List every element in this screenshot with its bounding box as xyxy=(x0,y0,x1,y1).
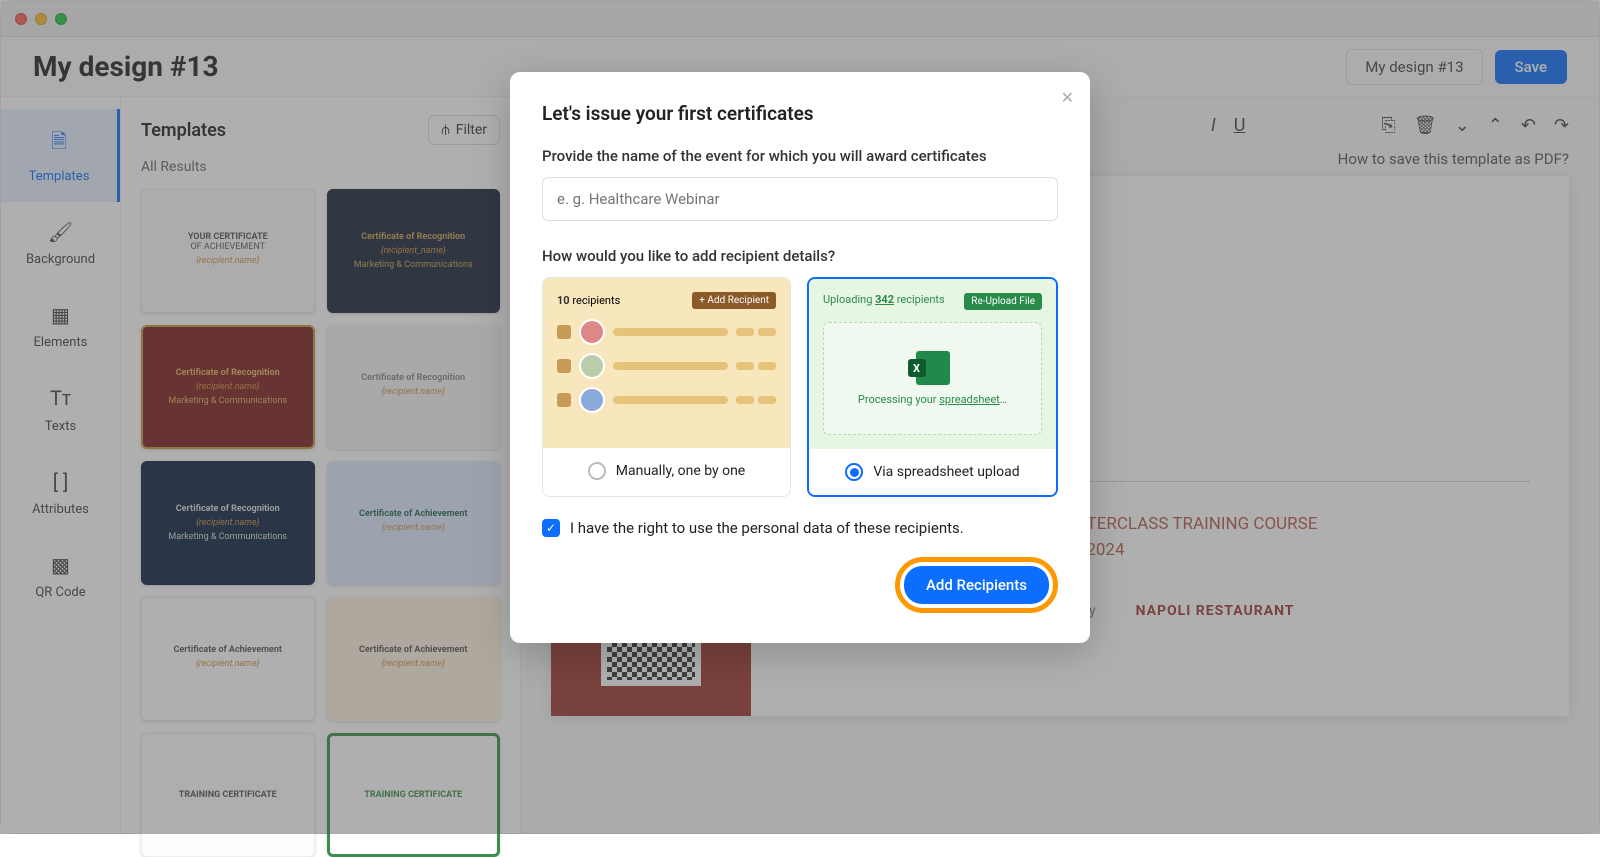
event-name-input[interactable] xyxy=(542,177,1058,221)
add-recipients-button[interactable]: Add Recipients xyxy=(904,566,1049,604)
excel-icon xyxy=(916,351,950,385)
radio-icon xyxy=(588,462,606,480)
modal-overlay: ✕ Let's issue your first certificates Pr… xyxy=(0,0,1600,834)
consent-row[interactable]: ✓ I have the right to use the personal d… xyxy=(542,519,1058,537)
checkbox-checked-icon[interactable]: ✓ xyxy=(542,519,560,537)
recipient-method-label: How would you like to add recipient deta… xyxy=(542,247,1058,265)
option-spreadsheet[interactable]: Uploading 342 recipientsRe-Upload File P… xyxy=(807,277,1058,497)
event-name-label: Provide the name of the event for which … xyxy=(542,147,1058,165)
close-icon[interactable]: ✕ xyxy=(1061,88,1074,107)
option-manual[interactable]: 10 recipients+ Add Recipient Manually, o… xyxy=(542,277,791,497)
issue-certificates-modal: ✕ Let's issue your first certificates Pr… xyxy=(510,72,1090,643)
radio-icon xyxy=(845,463,863,481)
add-recipients-highlight: Add Recipients xyxy=(895,557,1058,613)
modal-title: Let's issue your first certificates xyxy=(542,102,1058,125)
